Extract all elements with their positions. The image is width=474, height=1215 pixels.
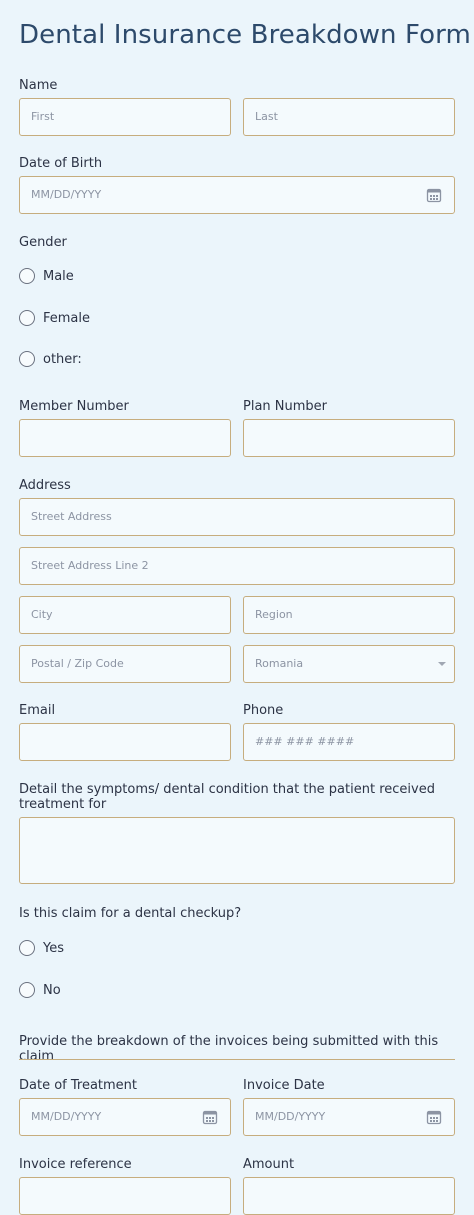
- street-address-line2-input[interactable]: Street Address Line 2: [19, 547, 455, 585]
- radio-button[interactable]: [19, 940, 35, 956]
- address-label: Address: [19, 478, 71, 493]
- symptoms-textarea[interactable]: [19, 817, 455, 884]
- radio-label: No: [43, 982, 61, 998]
- radio-button[interactable]: [19, 351, 35, 367]
- calendar-icon[interactable]: [426, 187, 442, 203]
- member-number-input[interactable]: [19, 419, 231, 457]
- first-name-input[interactable]: First: [19, 98, 231, 136]
- email-input[interactable]: [19, 723, 231, 761]
- invoice-reference-input[interactable]: [19, 1177, 231, 1215]
- phone-input[interactable]: ### ### ####: [243, 723, 455, 761]
- gender-option-female[interactable]: Female: [19, 309, 90, 327]
- dob-label: Date of Birth: [19, 156, 103, 171]
- symptoms-label: Detail the symptoms/ dental condition th…: [19, 782, 435, 812]
- member-number-label: Member Number: [19, 399, 129, 414]
- checkup-label: Is this claim for a dental checkup?: [19, 906, 242, 921]
- city-placeholder: City: [31, 608, 53, 621]
- plan-number-label: Plan Number: [243, 399, 328, 414]
- section-divider: [19, 1059, 455, 1060]
- street-address-line2-placeholder: Street Address Line 2: [31, 559, 149, 572]
- postal-code-placeholder: Postal / Zip Code: [31, 657, 124, 670]
- phone-placeholder: ### ### ####: [255, 735, 355, 748]
- dob-placeholder: MM/DD/YYYY: [31, 188, 102, 201]
- form-title: Dental Insurance Breakdown Form: [19, 20, 471, 50]
- chevron-down-icon: [438, 662, 446, 666]
- date-of-treatment-label: Date of Treatment: [19, 1078, 138, 1093]
- radio-button[interactable]: [19, 268, 35, 284]
- invoice-date-label: Invoice Date: [243, 1078, 325, 1093]
- gender-label: Gender: [19, 235, 67, 250]
- radio-button[interactable]: [19, 982, 35, 998]
- invoice-date-input[interactable]: MM/DD/YYYY: [243, 1098, 455, 1136]
- plan-number-input[interactable]: [243, 419, 455, 457]
- country-value: Romania: [255, 657, 304, 670]
- street-address-placeholder: Street Address: [31, 510, 112, 523]
- postal-code-input[interactable]: Postal / Zip Code: [19, 645, 231, 683]
- invoice-date-placeholder: MM/DD/YYYY: [255, 1110, 326, 1123]
- region-placeholder: Region: [255, 608, 293, 621]
- region-input[interactable]: Region: [243, 596, 455, 634]
- radio-label: other:: [43, 351, 82, 367]
- radio-button[interactable]: [19, 310, 35, 326]
- checkup-option-no[interactable]: No: [19, 981, 61, 999]
- country-select[interactable]: Romania: [243, 645, 455, 683]
- city-input[interactable]: City: [19, 596, 231, 634]
- phone-label: Phone: [243, 703, 284, 718]
- email-label: Email: [19, 703, 56, 718]
- amount-input[interactable]: [243, 1177, 455, 1215]
- radio-label: Female: [43, 310, 91, 326]
- date-of-treatment-input[interactable]: MM/DD/YYYY: [19, 1098, 231, 1136]
- street-address-input[interactable]: Street Address: [19, 498, 455, 536]
- calendar-icon[interactable]: [202, 1109, 218, 1125]
- gender-option-male[interactable]: Male: [19, 267, 74, 285]
- checkup-option-yes[interactable]: Yes: [19, 939, 64, 957]
- gender-option-other[interactable]: other:: [19, 350, 82, 368]
- date-of-treatment-placeholder: MM/DD/YYYY: [31, 1110, 102, 1123]
- amount-label: Amount: [243, 1157, 295, 1172]
- last-name-placeholder: Last: [255, 110, 278, 123]
- name-label: Name: [19, 78, 58, 93]
- last-name-input[interactable]: Last: [243, 98, 455, 136]
- dob-input[interactable]: MM/DD/YYYY: [19, 176, 455, 214]
- invoice-reference-label: Invoice reference: [19, 1157, 132, 1172]
- radio-label: Male: [43, 268, 74, 284]
- radio-label: Yes: [43, 940, 64, 956]
- first-name-placeholder: First: [31, 110, 55, 123]
- calendar-icon[interactable]: [426, 1109, 442, 1125]
